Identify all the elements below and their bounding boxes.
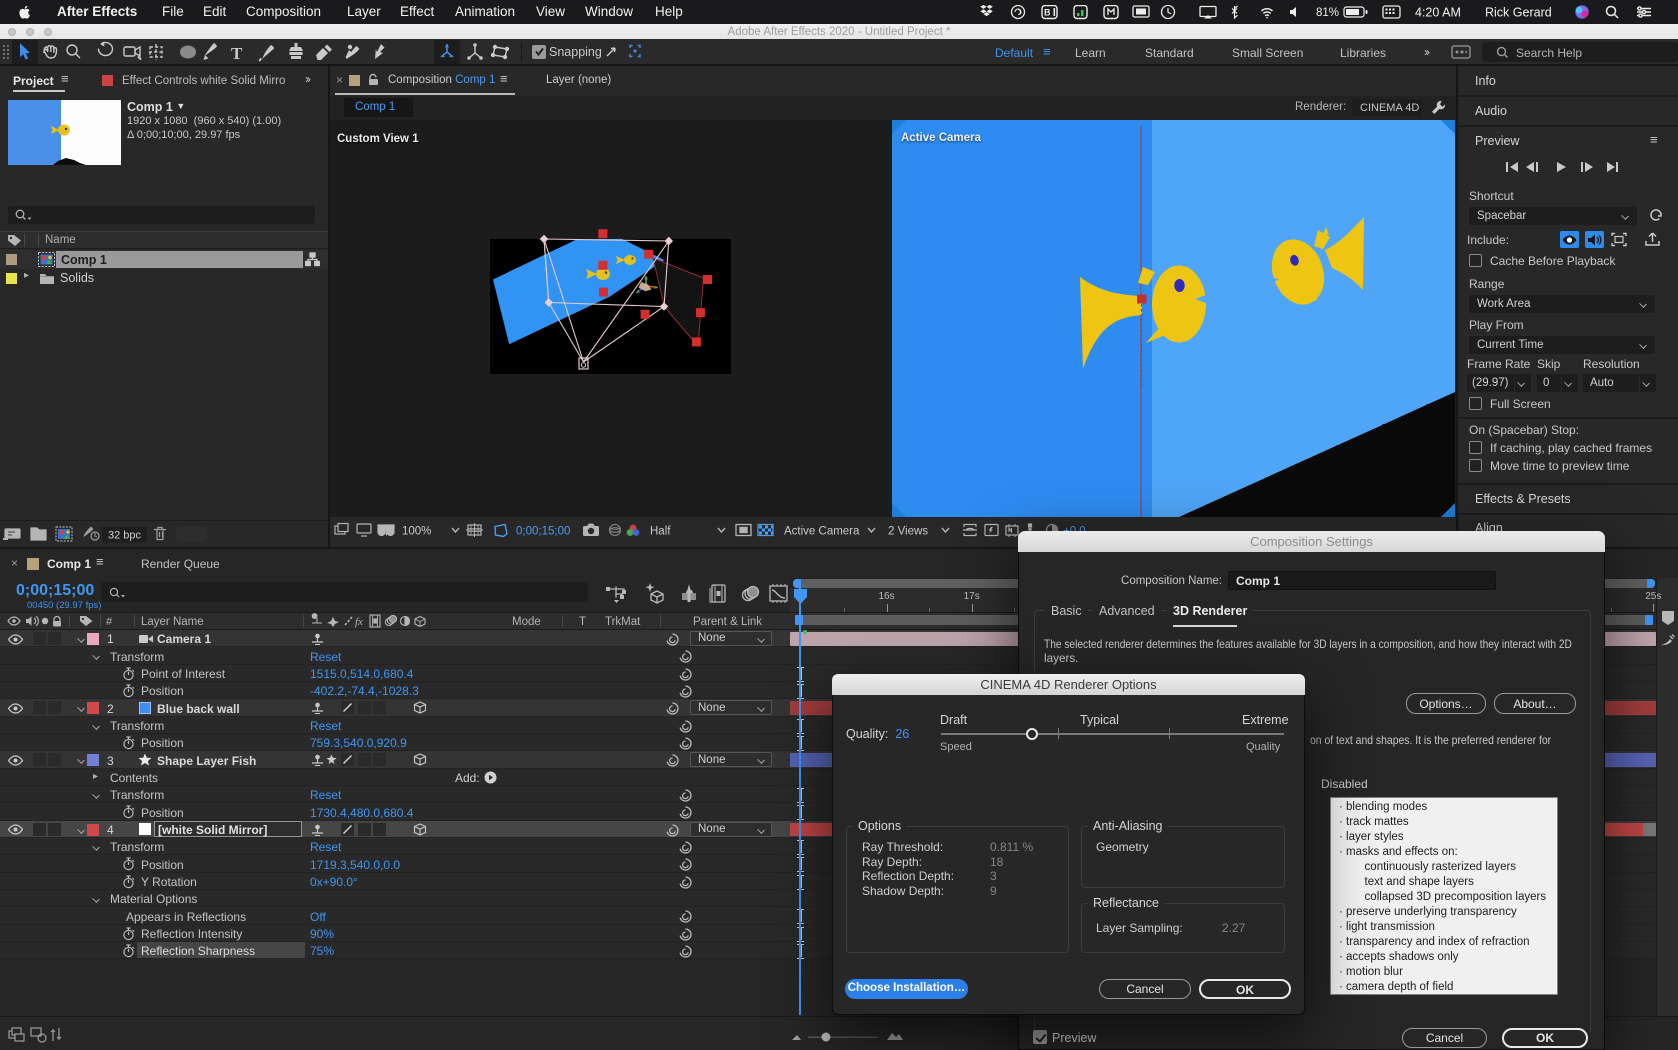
svg-text:Parent & Link: Parent & Link	[693, 616, 762, 628]
svg-text:Rick Gerard: Rick Gerard	[1485, 6, 1552, 20]
svg-text:Mode: Mode	[512, 616, 541, 628]
svg-text:0;00;15;00: 0;00;15;00	[516, 526, 570, 538]
svg-text:4:20 AM: 4:20 AM	[1415, 6, 1461, 20]
svg-text:B: B	[1044, 8, 1051, 18]
svg-text:Active Camera: Active Camera	[784, 526, 860, 538]
svg-text:T: T	[231, 44, 243, 63]
svg-text:100%: 100%	[402, 526, 431, 538]
svg-text:2 Views: 2 Views	[888, 526, 928, 538]
svg-text:Half: Half	[650, 526, 671, 538]
svg-text:32 bpc: 32 bpc	[108, 530, 142, 542]
svg-text:81%: 81%	[1316, 7, 1339, 19]
svg-text:Layer Name: Layer Name	[141, 616, 204, 628]
svg-text:#: #	[106, 616, 113, 628]
svg-text:T: T	[579, 616, 586, 628]
svg-text:fx: fx	[355, 616, 363, 628]
svg-text:TrkMat: TrkMat	[605, 616, 641, 628]
